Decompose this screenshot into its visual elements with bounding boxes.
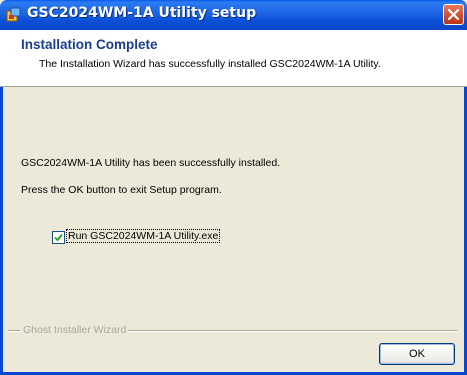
ok-button[interactable]: OK	[379, 343, 455, 365]
installer-icon	[6, 7, 22, 23]
install-success-text: GSC2024WM-1A Utility has been successful…	[21, 157, 281, 169]
run-utility-checkbox[interactable]	[52, 231, 65, 244]
footer-divider-left	[8, 330, 20, 332]
close-icon	[447, 8, 460, 21]
header-description: The Installation Wizard has successfully…	[39, 58, 381, 70]
close-button[interactable]	[443, 4, 464, 25]
run-utility-label[interactable]: Run GSC2024WM-1A Utility.exe	[65, 229, 221, 243]
footer-divider-right	[128, 330, 457, 332]
header-title: Installation Complete	[21, 37, 158, 52]
window-title: GSC2024WM-1A Utility setup	[27, 5, 257, 21]
exit-instruction-text: Press the OK button to exit Setup progra…	[21, 184, 222, 196]
title-bar: GSC2024WM-1A Utility setup	[0, 0, 467, 30]
footer-brand-label: Ghost Installer Wizard	[23, 324, 127, 336]
wizard-header: Installation Complete The Installation W…	[0, 30, 467, 87]
checkmark-icon	[54, 233, 63, 242]
